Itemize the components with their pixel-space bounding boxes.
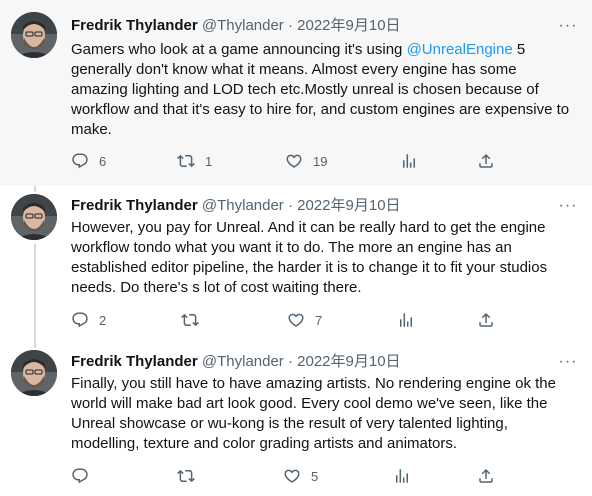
retweet-button[interactable]: 1 [177, 151, 212, 171]
tweet-header: Fredrik Thylander @Thylander · 2022年9月10… [71, 352, 401, 372]
mention-link[interactable]: @UnrealEngine [407, 41, 513, 58]
share-button[interactable] [477, 466, 495, 486]
share-icon [477, 311, 495, 329]
share-button[interactable] [477, 310, 495, 330]
tweet-actions: 5 [71, 466, 531, 486]
retweet-button[interactable] [177, 466, 195, 486]
share-icon [477, 152, 495, 170]
author-handle[interactable]: @Thylander [202, 17, 284, 34]
reply-button[interactable] [71, 466, 89, 486]
reply-count: 6 [99, 153, 107, 169]
tweet[interactable]: Fredrik Thylander @Thylander · 2022年9月10… [0, 346, 592, 496]
tweet-header: Fredrik Thylander @Thylander · 2022年9月10… [71, 196, 401, 216]
author-name[interactable]: Fredrik Thylander [71, 353, 198, 370]
tweet-header: Fredrik Thylander @Thylander · 2022年9月10… [71, 16, 401, 36]
reply-icon [71, 311, 89, 329]
reply-count: 2 [99, 312, 107, 328]
views-button[interactable] [393, 466, 411, 486]
views-icon [397, 311, 415, 329]
author-handle[interactable]: @Thylander [202, 353, 284, 370]
tweet-actions: 2 7 [71, 310, 531, 330]
retweet-icon [177, 467, 195, 485]
author-name[interactable]: Fredrik Thylander [71, 17, 198, 34]
tweet-actions: 6 1 19 [71, 151, 531, 171]
reply-button[interactable]: 2 [71, 310, 106, 330]
tweet-date[interactable]: 2022年9月10日 [297, 353, 400, 370]
views-icon [393, 467, 411, 485]
author-handle[interactable]: @Thylander [202, 197, 284, 214]
retweet-icon [181, 311, 199, 329]
retweet-icon [177, 152, 195, 170]
more-options-icon[interactable]: ··· [558, 354, 578, 372]
retweet-count: 1 [205, 153, 213, 169]
avatar[interactable] [11, 194, 57, 240]
views-button[interactable] [400, 151, 418, 171]
avatar[interactable] [11, 350, 57, 396]
like-count: 7 [315, 312, 323, 328]
like-count: 5 [311, 468, 319, 484]
separator: · [287, 17, 293, 34]
tweet-text: Gamers who look at a game announcing it'… [71, 40, 576, 140]
avatar[interactable] [11, 12, 57, 58]
share-icon [477, 467, 495, 485]
more-options-icon[interactable]: ··· [558, 18, 578, 36]
like-button[interactable]: 7 [287, 310, 322, 330]
tweet-date[interactable]: 2022年9月10日 [297, 197, 400, 214]
share-button[interactable] [477, 151, 495, 171]
views-icon [400, 152, 418, 170]
heart-icon [287, 311, 305, 329]
author-name[interactable]: Fredrik Thylander [71, 197, 198, 214]
heart-icon [285, 152, 303, 170]
more-options-icon[interactable]: ··· [558, 198, 578, 216]
reply-button[interactable]: 6 [71, 151, 106, 171]
retweet-button[interactable] [181, 310, 199, 330]
tweet-date[interactable]: 2022年9月10日 [297, 17, 400, 34]
tweet-text: However, you pay for Unreal. And it can … [71, 219, 548, 296]
tweet[interactable]: Fredrik Thylander @Thylander · 2022年9月10… [0, 186, 592, 346]
heart-icon [283, 467, 301, 485]
separator: · [287, 197, 293, 214]
like-count: 19 [313, 153, 328, 169]
like-button[interactable]: 5 [283, 466, 318, 486]
tweet[interactable]: Fredrik Thylander @Thylander · 2022年9月10… [0, 0, 592, 186]
separator: · [287, 353, 293, 370]
views-button[interactable] [397, 310, 415, 330]
tweet-text-part: Gamers who look at a game announcing it'… [71, 41, 407, 58]
reply-icon [71, 467, 89, 485]
reply-icon [71, 152, 89, 170]
tweet-text: Finally, you still have to have amazing … [71, 375, 556, 452]
like-button[interactable]: 19 [285, 151, 327, 171]
